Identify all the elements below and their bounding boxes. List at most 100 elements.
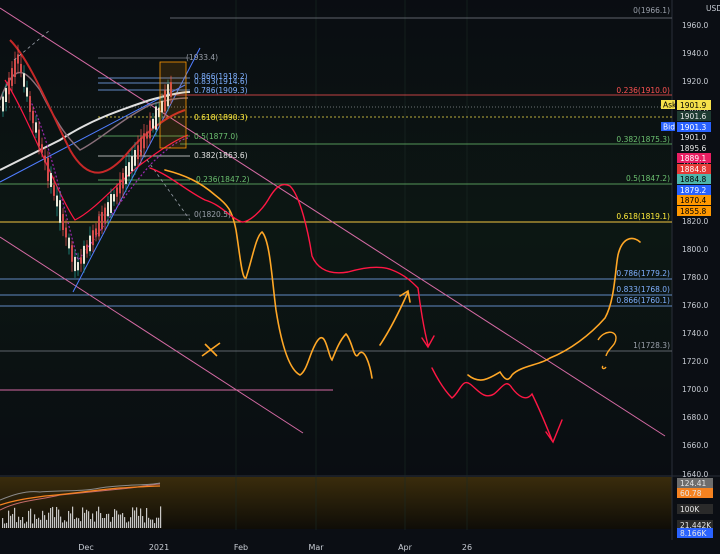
volume-bar <box>52 506 54 528</box>
candle-body <box>44 155 46 163</box>
fib-label-right: 0.786(1779.2) <box>616 269 670 278</box>
volume-bar <box>50 508 52 528</box>
price-tick: 1780.0 <box>682 273 708 282</box>
candle-body <box>128 162 130 177</box>
volume-bar <box>122 513 124 528</box>
fib-label-left: 0.5(1877.0) <box>194 132 238 141</box>
price-tick: 1960.0 <box>682 21 708 30</box>
volume-bar <box>136 507 138 528</box>
price-tag-prefix: Ask <box>663 101 677 110</box>
volume-bar <box>32 523 34 528</box>
highlight-box <box>159 61 187 149</box>
volume-bar <box>98 506 100 528</box>
price-tag: 1884.8 <box>680 165 706 174</box>
price-tag: 1901.9 <box>680 101 706 110</box>
volume-bar <box>144 522 146 528</box>
candle-body <box>23 73 25 87</box>
price-tag: 1855.8 <box>680 207 706 216</box>
volume-bar <box>2 518 4 528</box>
fib-label-left: 0.833(1914.6) <box>194 77 248 86</box>
candle-body <box>80 257 82 264</box>
fib-label-right: 0.236(1910.0) <box>616 86 670 95</box>
candle-body <box>11 68 13 86</box>
indicator-tick: 60.78 <box>680 489 702 498</box>
volume-bar <box>154 523 156 528</box>
price-tick: 1700.0 <box>682 385 708 394</box>
candle-body <box>92 230 94 246</box>
volume-bar <box>140 508 142 528</box>
volume-bar <box>62 522 64 528</box>
price-tick: 1760.0 <box>682 301 708 310</box>
volume-bar <box>150 519 152 528</box>
fib-label-left: 0(1820.5) <box>194 210 231 219</box>
currency-label: USD <box>706 4 720 13</box>
price-tick: 1940.0 <box>682 49 708 58</box>
candle-body <box>56 195 58 207</box>
volume-bar <box>106 513 108 528</box>
price-tick: 1720.0 <box>682 357 708 366</box>
candle-body <box>65 227 67 238</box>
volume-bar <box>54 517 56 528</box>
volume-bar <box>14 507 16 528</box>
price-tag: 1901.6 <box>680 112 706 121</box>
volume-bar <box>12 514 14 528</box>
volume-bar <box>142 516 144 528</box>
volume-bar <box>88 511 90 528</box>
time-tick: Feb <box>234 543 248 552</box>
candle-body <box>125 166 127 184</box>
chart-background <box>0 0 672 475</box>
candle-body <box>155 106 157 130</box>
fib-label-right: 0.866(1760.1) <box>616 296 670 305</box>
volume-bar <box>66 521 68 528</box>
candle-body <box>2 96 4 112</box>
candle-body <box>35 122 37 133</box>
candle-body <box>8 77 10 95</box>
volume-bar <box>4 523 6 528</box>
volume-bar <box>146 508 148 528</box>
volume-bar <box>94 521 96 528</box>
volume-bar <box>26 521 28 528</box>
volume-bar <box>58 509 60 528</box>
price-tick: 1680.0 <box>682 413 708 422</box>
volume-bar <box>130 517 132 528</box>
fib-label-right: 0(1966.1) <box>633 6 670 15</box>
price-chart[interactable]: (1933.4)0.866(1918.2)0.833(1914.6)0.786(… <box>0 0 720 554</box>
candle-body <box>152 118 154 129</box>
candle-body <box>71 245 73 262</box>
candle-body <box>143 133 145 149</box>
volume-bar <box>100 513 102 528</box>
candle-body <box>107 202 109 217</box>
volume-bar <box>36 518 38 528</box>
fib-label-left: 0.618(1890.3) <box>194 113 248 122</box>
candle-body <box>50 173 52 187</box>
candle-body <box>140 137 142 156</box>
volume-bar <box>116 510 118 528</box>
volume-bar <box>42 510 44 528</box>
volume-bar <box>10 515 12 528</box>
fib-label-right: 0.833(1768.0) <box>616 285 670 294</box>
volume-bar <box>110 521 112 528</box>
candle-body <box>146 131 148 139</box>
volume-bar <box>156 517 158 528</box>
candle-body <box>110 194 112 213</box>
candle-body <box>62 214 64 230</box>
candle-body <box>47 157 49 182</box>
volume-bar <box>112 516 114 528</box>
volume-bar <box>20 519 22 528</box>
candle-body <box>59 200 61 223</box>
volume-bar <box>104 517 106 528</box>
volume-bar <box>46 519 48 528</box>
volume-bar <box>18 516 20 528</box>
price-tag: 1870.4 <box>680 196 706 205</box>
volume-bar <box>90 519 92 528</box>
volume-bar <box>8 510 10 528</box>
volume-bar <box>80 521 82 528</box>
candle-body <box>5 88 7 102</box>
candle-body <box>116 187 118 197</box>
candle-body <box>119 179 121 194</box>
time-tick: Mar <box>308 543 324 552</box>
price-tag: 1879.2 <box>680 186 706 195</box>
time-axis[interactable] <box>0 540 720 554</box>
candle-body <box>53 185 55 196</box>
price-tag: 1901.0 <box>680 133 706 142</box>
